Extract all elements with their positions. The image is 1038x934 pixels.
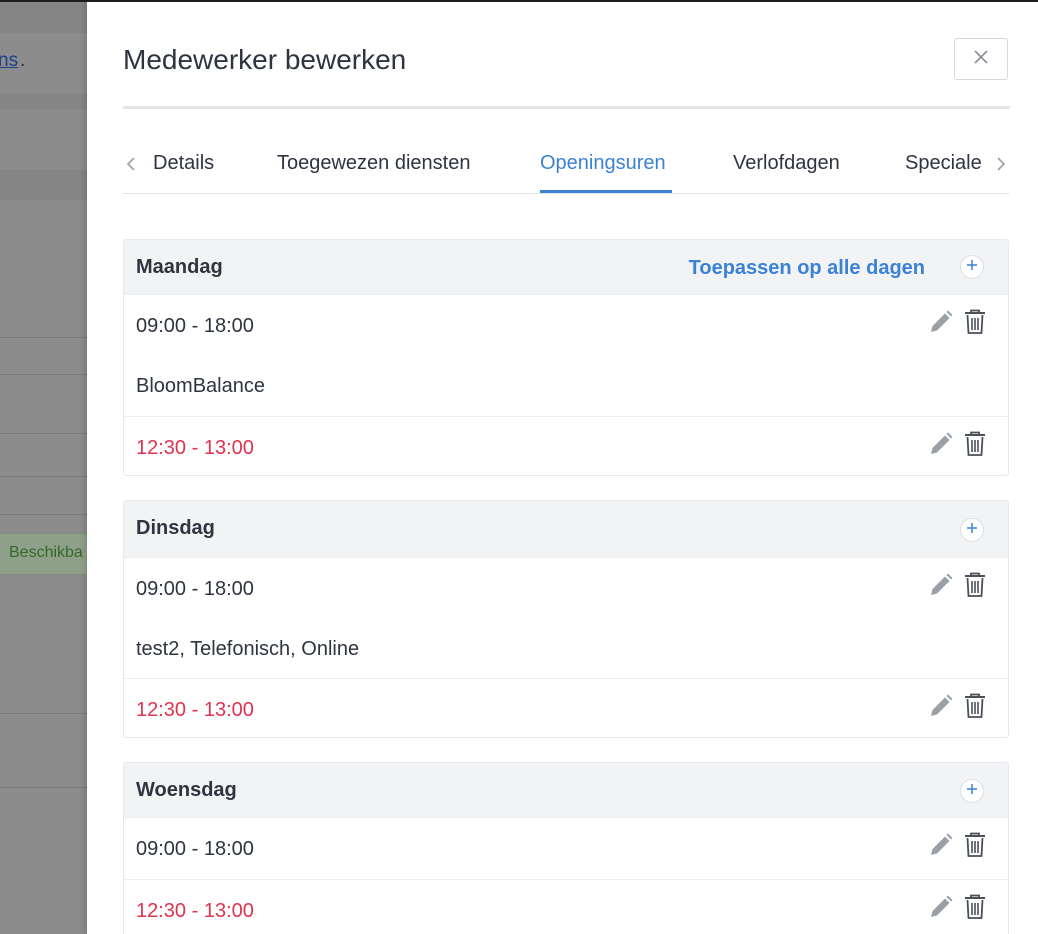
row-actions [928, 693, 986, 719]
background-divider [0, 374, 87, 375]
work-period-services: test2, Telefonisch, Online [136, 638, 360, 660]
day-card-wednesday: Woensdag 09:00 - 18:00 12:30 - 13:00 [123, 762, 1009, 934]
drawer-title: Medewerker bewerken [123, 44, 407, 75]
work-period-row: 09:00 - 18:00 test2, Telefonisch, Online [124, 557, 1008, 678]
edit-icon[interactable] [928, 693, 954, 719]
work-period-time: 09:00 - 18:00 [136, 838, 254, 860]
tab-leave-days[interactable]: Verlofdagen [733, 152, 840, 175]
background-band [0, 170, 87, 200]
chevron-left-icon [126, 156, 136, 177]
day-header: Woensdag [124, 763, 1008, 817]
work-period-services: BloomBalance [136, 375, 265, 397]
break-period-time: 12:30 - 13:00 [136, 699, 254, 721]
edit-icon[interactable] [928, 309, 954, 335]
close-button[interactable] [954, 38, 1008, 80]
work-period-time: 09:00 - 18:00 [136, 578, 254, 600]
background-divider [0, 713, 87, 714]
background-page: ns . Beschikba [0, 0, 87, 934]
tab-bar: Details Toegewezen diensten Openingsuren… [123, 140, 1010, 194]
day-name: Maandag [136, 256, 223, 278]
background-link-suffix: . [20, 50, 26, 71]
background-divider [0, 514, 87, 515]
trash-icon[interactable] [964, 572, 986, 598]
work-period-row: 09:00 - 18:00 BloomBalance [124, 294, 1008, 416]
background-divider [0, 433, 87, 434]
row-actions [928, 572, 986, 598]
row-actions [928, 894, 986, 920]
tab-special-clip: Speciale [905, 140, 981, 190]
day-header: Dinsdag [124, 501, 1008, 557]
add-period-button[interactable] [960, 779, 984, 803]
tab-opening-hours[interactable]: Openingsuren [540, 152, 666, 175]
trash-icon[interactable] [964, 832, 986, 858]
break-period-time: 12:30 - 13:00 [136, 900, 254, 922]
break-period-row: 12:30 - 13:00 [124, 879, 1008, 934]
tab-special[interactable]: Speciale [905, 152, 981, 175]
background-status-text: Beschikba [9, 544, 83, 561]
work-period-time: 09:00 - 18:00 [136, 315, 254, 337]
break-period-time: 12:30 - 13:00 [136, 437, 254, 459]
background-band [0, 2, 87, 33]
break-period-row: 12:30 - 13:00 [124, 416, 1008, 477]
tab-assigned-services[interactable]: Toegewezen diensten [277, 152, 470, 175]
day-name: Dinsdag [136, 517, 215, 539]
day-header: Maandag Toepassen op alle dagen [124, 240, 1008, 294]
add-period-button[interactable] [960, 255, 984, 279]
trash-icon[interactable] [964, 894, 986, 920]
day-card-tuesday: Dinsdag 09:00 - 18:00 test2, Telefonisch… [123, 500, 1009, 738]
plus-icon [966, 782, 978, 800]
add-period-button[interactable] [960, 518, 984, 542]
edit-icon[interactable] [928, 431, 954, 457]
trash-icon[interactable] [964, 431, 986, 457]
plus-icon [966, 521, 978, 539]
background-divider [0, 337, 87, 338]
active-tab-indicator [540, 190, 672, 193]
apply-to-all-days-link[interactable]: Toepassen op alle dagen [689, 257, 925, 280]
work-period-row: 09:00 - 18:00 [124, 817, 1008, 879]
edit-icon[interactable] [928, 832, 954, 858]
edit-icon[interactable] [928, 894, 954, 920]
background-divider [0, 787, 87, 788]
close-icon [974, 49, 988, 69]
drawer-top-border [87, 0, 1038, 2]
chevron-right-icon [996, 156, 1006, 177]
tab-details[interactable]: Details [153, 152, 214, 175]
edit-employee-drawer: Medewerker bewerken Details Toegewezen d… [87, 0, 1038, 934]
background-divider [0, 476, 87, 477]
trash-icon[interactable] [964, 309, 986, 335]
plus-icon [966, 258, 978, 276]
header-divider [123, 106, 1010, 109]
edit-icon[interactable] [928, 572, 954, 598]
background-band [0, 93, 87, 109]
row-actions [928, 832, 986, 858]
row-actions [928, 431, 986, 457]
tabs-scroll-right-button[interactable] [993, 154, 1009, 178]
background-link[interactable]: ns [0, 50, 18, 72]
tabs-scroll-left-button[interactable] [123, 154, 139, 178]
day-name: Woensdag [136, 779, 237, 801]
row-actions [928, 309, 986, 335]
trash-icon[interactable] [964, 693, 986, 719]
day-card-monday: Maandag Toepassen op alle dagen 09:00 - … [123, 239, 1009, 476]
break-period-row: 12:30 - 13:00 [124, 678, 1008, 739]
